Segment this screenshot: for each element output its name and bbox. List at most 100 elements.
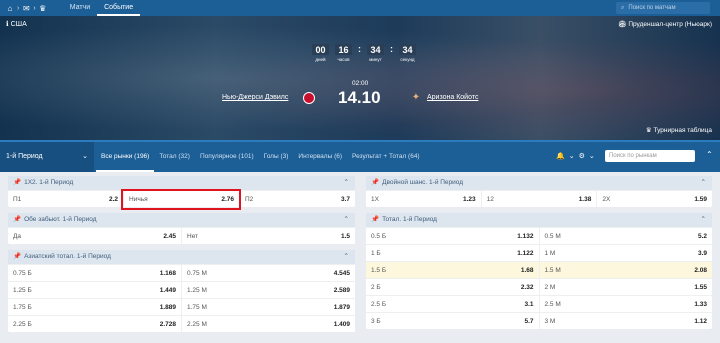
pin-icon[interactable]: 📌 xyxy=(371,179,379,186)
odds-row: 1 Б 1.122 1 М 3.9 xyxy=(366,244,712,261)
match-search-input[interactable]: ⌕ Поиск по матчам xyxy=(616,2,710,14)
chevron-down-icon[interactable]: ⌄ xyxy=(589,152,595,160)
odds-row: 0.5 Б 1.132 0.5 М 5.2 xyxy=(366,227,712,244)
search-icon: ⌕ xyxy=(621,5,625,11)
markets-right-column: 📌 Двойной шанс. 1-й Период ⌃ 1X 1.23 12 1.38 2X… xyxy=(366,176,712,335)
odds-cell[interactable]: 12 1.38 xyxy=(482,191,598,207)
odds-cell[interactable]: 2.25 Б 2.728 xyxy=(8,316,182,332)
market-header[interactable]: 📌 1X2. 1-й Период ⌃ xyxy=(8,176,355,190)
market-header[interactable]: 📌 Обе забьют. 1-й Период ⌃ xyxy=(8,213,355,227)
tab-matches[interactable]: Матчи xyxy=(63,0,97,16)
outcome-label: 1.25 М xyxy=(187,286,207,294)
team-away-link[interactable]: Аризона Койотс xyxy=(427,94,478,101)
odds-row: Да 2.45 Нет 1.5 xyxy=(8,227,355,244)
odds-cell[interactable]: 0.5 М 5.2 xyxy=(540,228,713,244)
tab-event[interactable]: Событие xyxy=(97,0,141,16)
tab-result-total[interactable]: Результат + Тотал (64) xyxy=(347,142,425,172)
outcome-label: 0.75 Б xyxy=(13,269,32,277)
team-home-link[interactable]: Нью-Джерси Дэвилс xyxy=(222,94,288,101)
odds-value: 1.879 xyxy=(333,303,350,311)
tab-popular[interactable]: Популярное (101) xyxy=(195,142,259,172)
odds-cell[interactable]: П1 2.2 xyxy=(8,191,124,207)
market-header[interactable]: 📌 Двойной шанс. 1-й Период ⌃ xyxy=(366,176,712,190)
chevron-up-icon[interactable]: ⌃ xyxy=(344,213,349,227)
odds-value: 1.132 xyxy=(517,232,534,240)
chevron-up-icon[interactable]: ⌃ xyxy=(344,176,349,190)
tab-goals[interactable]: Голы (3) xyxy=(259,142,294,172)
odds-cell[interactable]: 3 Б 5.7 xyxy=(366,313,540,329)
odds-value: 1.33 xyxy=(694,300,707,308)
event-hero: ℹ США 🏟 Пруденшал-центр (Ньюарк) 00 дней … xyxy=(0,16,720,140)
collapse-icon[interactable]: ⌃ xyxy=(706,150,713,159)
odds-value: 2.589 xyxy=(333,286,350,294)
odds-value: 2.45 xyxy=(163,232,176,240)
outcome-label: 2.5 М xyxy=(544,300,561,308)
odds-cell[interactable]: 1.5 М 2.08 xyxy=(540,262,713,278)
odds-value: 2.2 xyxy=(108,195,118,203)
outcome-label: Да xyxy=(13,232,22,240)
odds-cell[interactable]: 2.5 М 1.33 xyxy=(540,296,713,312)
highlight-box xyxy=(121,189,241,210)
odds-value: 5.7 xyxy=(524,317,534,325)
odds-value: 1.68 xyxy=(520,266,534,274)
market-search-input[interactable]: Поиск по рынкам xyxy=(605,150,695,162)
odds-cell[interactable]: Да 2.45 xyxy=(8,228,182,244)
mail-icon[interactable]: ✉ xyxy=(20,2,32,14)
country-label: ℹ США xyxy=(6,21,27,28)
outcome-label: 2.25 М xyxy=(187,320,207,328)
odds-cell[interactable]: 1.25 Б 1.449 xyxy=(8,282,182,298)
pin-icon[interactable]: 📌 xyxy=(13,179,21,186)
trophy-icon[interactable]: ♛ xyxy=(37,2,49,14)
chevron-up-icon[interactable]: ⌃ xyxy=(344,250,349,264)
odds-row: 1.5 Б 1.68 1.5 М 2.08 xyxy=(366,261,712,278)
chevron-up-icon[interactable]: ⌃ xyxy=(701,176,706,190)
bell-icon[interactable]: 🔔 xyxy=(556,152,565,160)
odds-row: 0.75 Б 1.168 0.75 М 4.545 xyxy=(8,264,355,281)
odds-cell[interactable]: 0.5 Б 1.132 xyxy=(366,228,540,244)
odds-cell[interactable]: 1 М 3.9 xyxy=(540,245,713,261)
tab-total[interactable]: Тотал (32) xyxy=(154,142,195,172)
home-icon[interactable]: ⌂ xyxy=(4,2,16,14)
gear-icon[interactable]: ⚙ xyxy=(579,152,585,160)
pin-icon[interactable]: 📌 xyxy=(13,216,21,223)
chevron-up-icon[interactable]: ⌃ xyxy=(701,213,706,227)
outcome-label: 1 М xyxy=(544,249,556,257)
odds-cell[interactable]: 0.75 М 4.545 xyxy=(182,265,355,281)
outcome-label: 2 Б xyxy=(371,283,381,291)
standings-link[interactable]: ♛ Турнирная таблица xyxy=(646,126,712,134)
trophy-icon: ♛ xyxy=(645,127,652,134)
odds-row: 1X 1.23 12 1.38 2X 1.59 xyxy=(366,190,712,207)
odds-cell[interactable]: Нет 1.5 xyxy=(182,228,355,244)
odds-cell[interactable]: 1 Б 1.122 xyxy=(366,245,540,261)
odds-row: 3 Б 5.7 3 М 1.12 xyxy=(366,312,712,329)
period-select[interactable]: 1-й Период ⌄ xyxy=(0,142,94,172)
odds-cell[interactable]: 2.25 М 1.409 xyxy=(182,316,355,332)
pin-icon[interactable]: 📌 xyxy=(371,216,379,223)
odds-value: 5.2 xyxy=(697,232,707,240)
odds-cell[interactable]: П2 3.7 xyxy=(240,191,355,207)
odds-cell[interactable]: 1.5 Б 1.68 xyxy=(366,262,540,278)
odds-row: 2.5 Б 3.1 2.5 М 1.33 xyxy=(366,295,712,312)
market-header[interactable]: 📌 Тотал. 1-й Период ⌃ xyxy=(366,213,712,227)
odds-cell[interactable]: 3 М 1.12 xyxy=(540,313,713,329)
odds-value: 1.889 xyxy=(159,303,176,311)
odds-cell[interactable]: 1.75 Б 1.889 xyxy=(8,299,182,315)
chevron-down-icon[interactable]: ⌄ xyxy=(569,152,575,160)
market-filter-bar: 1-й Период ⌄ Все рынки (196) Тотал (32) П… xyxy=(0,140,720,172)
odds-cell[interactable]: 0.75 Б 1.168 xyxy=(8,265,182,281)
outcome-label: 12 xyxy=(486,195,494,203)
pin-icon[interactable]: 📌 xyxy=(13,253,21,260)
outcome-label: 1.5 Б xyxy=(371,266,387,274)
tab-all-markets[interactable]: Все рынки (196) xyxy=(96,142,155,172)
odds-cell[interactable]: 1.75 М 1.879 xyxy=(182,299,355,315)
odds-value: 2.32 xyxy=(520,283,534,291)
odds-cell[interactable]: 2.5 Б 3.1 xyxy=(366,296,540,312)
odds-cell[interactable]: 2 Б 2.32 xyxy=(366,279,540,295)
tab-intervals[interactable]: Интервалы (6) xyxy=(293,142,347,172)
odds-cell[interactable]: 1X 1.23 xyxy=(366,191,482,207)
odds-cell[interactable]: 2 М 1.55 xyxy=(540,279,713,295)
outcome-label: 0.75 М xyxy=(187,269,207,277)
odds-cell[interactable]: 1.25 М 2.589 xyxy=(182,282,355,298)
odds-cell[interactable]: 2X 1.59 xyxy=(597,191,712,207)
market-header[interactable]: 📌 Азиатский тотал. 1-й Период ⌃ xyxy=(8,250,355,264)
